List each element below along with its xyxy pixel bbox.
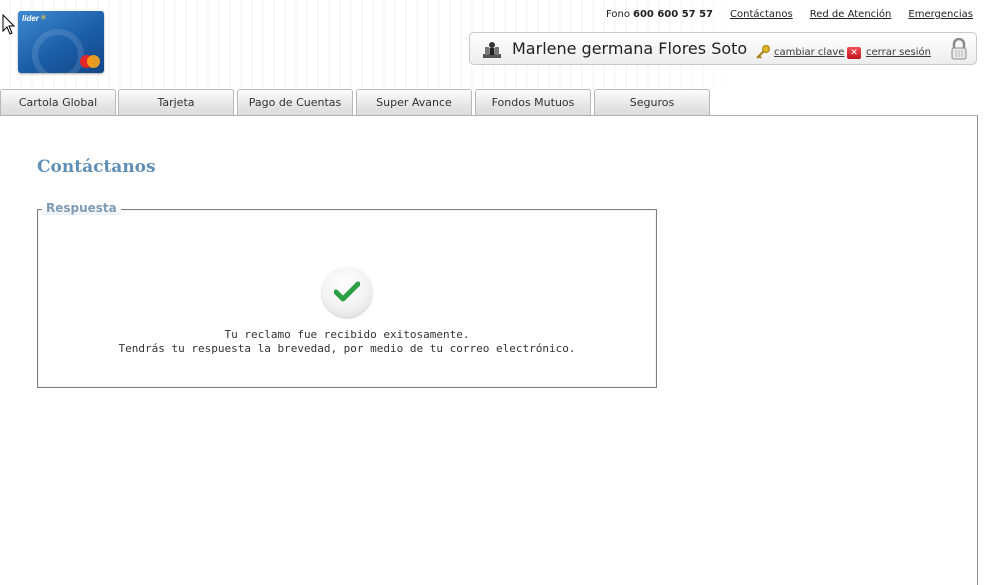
walmart-spark-icon: ✳ — [40, 13, 47, 22]
close-icon[interactable]: ✕ — [847, 47, 861, 59]
tab-tarjeta[interactable]: Tarjeta — [118, 89, 234, 115]
user-icon — [482, 41, 502, 63]
tab-seguros[interactable]: Seguros — [594, 89, 710, 115]
phone-number: 600 600 57 57 — [632, 9, 714, 20]
change-password-link[interactable]: cambiar clave — [774, 47, 844, 58]
lock-icon[interactable] — [950, 37, 968, 64]
user-name: Marlene germana Flores Soto — [512, 39, 748, 58]
card-swoosh — [32, 29, 84, 73]
tab-cartola-global[interactable]: Cartola Global — [0, 89, 116, 115]
tab-super-avance[interactable]: Super Avance — [356, 89, 472, 115]
logout-link[interactable]: cerrar sesión — [866, 47, 931, 58]
mastercard-icon — [80, 55, 100, 68]
tab-pago-de-cuentas[interactable]: Pago de Cuentas — [237, 89, 353, 115]
tab-fondos-mutuos[interactable]: Fondos Mutuos — [475, 89, 591, 115]
success-message-line2: Tendrás tu respuesta la brevedad, por me… — [118, 342, 576, 355]
mouse-cursor-icon — [2, 13, 16, 40]
key-icon[interactable] — [755, 44, 771, 63]
success-check-icon — [322, 267, 372, 317]
success-message-line1: Tu reclamo fue recibido exitosamente. — [224, 328, 470, 341]
main-tabs: Cartola Global Tarjeta Pago de Cuentas S… — [0, 89, 984, 116]
link-contactanos[interactable]: Contáctanos — [730, 9, 793, 20]
user-bar: Marlene germana Flores Soto cambiar clav… — [469, 32, 977, 65]
lider-card-logo: líder ✳ — [18, 11, 104, 73]
top-links: Fono 600 600 57 57 Contáctanos Red de At… — [606, 9, 973, 20]
page-title: Contáctanos — [37, 157, 156, 177]
link-red-de-atencion[interactable]: Red de Atención — [810, 9, 892, 20]
card-brand: líder — [22, 14, 39, 23]
response-legend: Respuesta — [42, 201, 121, 215]
phone-label: Fono — [606, 9, 630, 20]
link-emergencias[interactable]: Emergencias — [908, 9, 973, 20]
